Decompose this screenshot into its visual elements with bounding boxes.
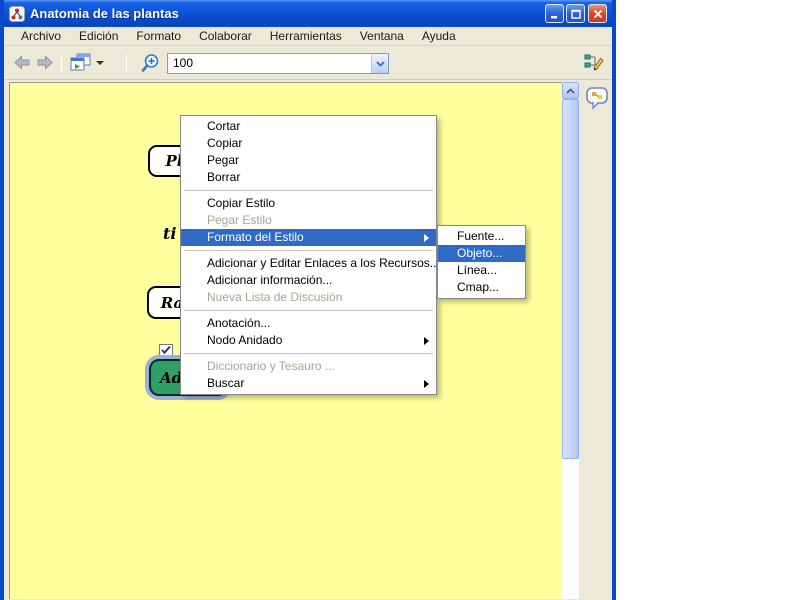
linking-word[interactable]: ti [163,224,176,243]
menubar-item-archivo[interactable]: Archivo [12,28,70,44]
menu-item-adicionar-enlaces[interactable]: Adicionar y Editar Enlaces a los Recurso… [181,255,436,272]
menu-item-pegar[interactable]: Pegar [181,152,436,169]
zoom-level-combobox[interactable]: 100 [167,53,389,74]
menu-item-anotacion[interactable]: Anotación... [181,315,436,332]
menu-item-borrar[interactable]: Borrar [181,169,436,186]
forward-button[interactable] [36,55,54,70]
close-icon [593,9,603,19]
menu-item-pegar-estilo: Pegar Estilo [181,212,436,229]
toolbar-separator [126,54,127,72]
submenu-arrow-icon [424,234,429,242]
menu-item-nodo-anidado[interactable]: Nodo Anidado [181,332,436,349]
menu-item-label: Buscar [207,376,244,390]
menu-item-label: Nodo Anidado [207,333,282,347]
submenu-item-linea[interactable]: Línea... [438,262,525,279]
menu-item-label: Copiar [207,136,242,150]
maximize-button[interactable] [566,4,585,23]
menu-item-label: Línea... [457,263,497,277]
menubar-item-herramientas[interactable]: Herramientas [261,28,351,44]
style-submenu: Fuente... Objeto... Línea... Cmap... [437,225,526,299]
menu-item-label: Adicionar y Editar Enlaces a los Recurso… [207,256,436,270]
menu-separator [184,353,433,354]
menubar: Archivo Edición Formato Colaborar Herram… [4,27,612,46]
minimize-button[interactable] [545,4,564,23]
toolbar-separator [61,54,62,72]
menubar-item-formato[interactable]: Formato [127,28,190,44]
menubar-item-ventana[interactable]: Ventana [351,28,413,44]
menu-item-label: Adicionar información... [207,273,332,287]
menu-separator [184,310,433,311]
submenu-item-fuente[interactable]: Fuente... [438,228,525,245]
submenu-arrow-icon [424,380,429,388]
menu-item-cortar[interactable]: Cortar [181,118,436,135]
minimize-icon [550,9,560,19]
menu-item-label: Anotación... [207,316,270,330]
menu-item-diccionario-tesauro: Diccionario y Tesauro ... [181,358,436,375]
menu-separator [184,190,433,191]
menubar-item-ayuda[interactable]: Ayuda [413,28,465,44]
close-button[interactable] [588,4,607,23]
menu-item-copiar-estilo[interactable]: Copiar Estilo [181,195,436,212]
menubar-item-edicion[interactable]: Edición [70,28,127,44]
zoom-combobox-dropdown-button[interactable] [371,54,388,73]
menu-item-label: Objeto... [457,246,502,260]
back-button[interactable] [13,55,31,70]
menu-separator [184,250,433,251]
menu-item-label: Copiar Estilo [207,196,275,210]
chevron-up-icon [566,88,575,94]
back-arrow-icon [13,55,31,70]
titlebar[interactable]: Anatomia de las plantas [4,0,612,27]
menu-item-label: Pegar [207,153,239,167]
submenu-item-objeto[interactable]: Objeto... [438,245,525,262]
context-menu: Cortar Copiar Pegar Borrar Copiar Estilo… [180,115,437,395]
vertical-scrollbar[interactable] [562,82,579,599]
menu-item-label: Borrar [207,170,240,184]
submenu-item-cmap[interactable]: Cmap... [438,279,525,296]
menu-item-copiar[interactable]: Copiar [181,135,436,152]
scroll-up-button[interactable] [562,82,579,99]
edit-annotate-button[interactable] [583,52,606,72]
zoom-level-value[interactable]: 100 [168,54,371,73]
menu-item-adicionar-informacion[interactable]: Adicionar información... [181,272,436,289]
toolbar: 100 [4,46,612,80]
concept-node-selected-label: Ad [160,369,182,387]
edit-pencil-icon [583,52,606,72]
scrollbar-thumb[interactable] [562,99,579,459]
show-styles-window-button[interactable] [70,53,104,72]
menubar-item-colaborar[interactable]: Colaborar [190,28,261,44]
menu-item-label: Cmap... [457,280,499,294]
styles-window-icon [70,53,92,72]
menu-item-formato-del-estilo[interactable]: Formato del Estilo [181,229,436,246]
zoom-magnifier-icon [140,53,161,74]
menu-item-label: Pegar Estilo [207,213,272,227]
forward-arrow-icon [36,55,54,70]
menu-item-label: Formato del Estilo [207,230,304,244]
menu-item-label: Diccionario y Tesauro ... [207,359,335,373]
submenu-arrow-icon [424,337,429,345]
menu-item-label: Fuente... [457,229,504,243]
menu-item-buscar[interactable]: Buscar [181,375,436,392]
cmap-app-icon [9,6,25,22]
menu-item-nueva-lista-discusion: Nueva Lista de Discusión [181,289,436,306]
menu-item-label: Cortar [207,119,240,133]
styles-dropdown-caret-icon[interactable] [96,61,104,65]
window-title: Anatomia de las plantas [30,6,179,21]
info-checkbox-icon[interactable] [159,343,173,355]
chevron-down-icon [376,61,385,67]
maximize-icon [571,9,581,19]
menu-item-label: Nueva Lista de Discusión [207,290,342,304]
annotation-bubble-icon[interactable] [585,86,611,116]
zoom-tool-button[interactable] [140,53,161,74]
screen: Anatomia de las plantas Archivo Edición … [0,0,800,600]
